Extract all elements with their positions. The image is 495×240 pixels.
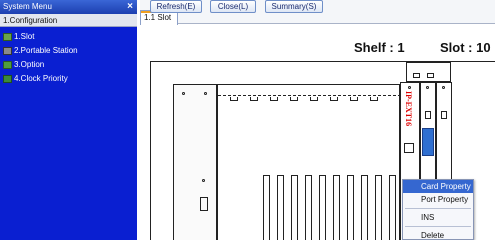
card-label: IP-EXT16 — [404, 91, 413, 127]
heat-sink-fin — [319, 175, 326, 240]
heat-sink-fin — [347, 175, 354, 240]
indicator-icon — [413, 73, 420, 78]
left-card[interactable] — [173, 84, 217, 240]
screw-icon — [408, 86, 411, 89]
system-menu-title-bar: System Menu × — [0, 0, 137, 14]
portable-station-icon — [3, 47, 12, 55]
close-button[interactable]: Close(L) — [210, 0, 256, 13]
screw-icon — [202, 179, 205, 182]
rail-notch — [270, 97, 278, 101]
system-menu-list: 1.Slot 2.Portable Station 3.Option 4.Clo… — [0, 27, 137, 86]
led-icon — [441, 111, 447, 119]
configuration-section[interactable]: 1.Configuration — [0, 14, 137, 27]
heat-sink-fin — [333, 175, 340, 240]
sidebar-item-portable-station[interactable]: 2.Portable Station — [0, 44, 137, 58]
sidebar-item-option[interactable]: 3.Option — [0, 58, 137, 72]
slot-indicator: Slot : 10 — [440, 40, 491, 55]
context-menu: Card Property Port Property INS Delete — [402, 179, 474, 240]
close-icon[interactable]: × — [127, 0, 133, 14]
connector-icon — [422, 128, 434, 156]
sidebar-item-label: 3.Option — [14, 60, 45, 69]
refresh-button[interactable]: Refresh(E) — [150, 0, 202, 13]
heat-sink-fin — [291, 175, 298, 240]
heat-sink-fin — [263, 175, 270, 240]
screw-icon — [204, 92, 207, 95]
menu-item-ins[interactable]: INS — [403, 211, 473, 224]
menu-separator — [405, 226, 471, 227]
system-menu-title: System Menu — [3, 2, 52, 11]
shelf-indicator: Shelf : 1 — [354, 40, 405, 55]
led-icon — [425, 111, 431, 119]
heat-sink-fin — [361, 175, 368, 240]
rail-notch — [290, 97, 298, 101]
heat-sink-fin — [305, 175, 312, 240]
sidebar-item-slot[interactable]: 1.Slot — [0, 30, 137, 44]
option-icon — [3, 61, 12, 69]
heat-sink-fin — [375, 175, 382, 240]
sidebar-item-label: 4.Clock Priority — [14, 74, 68, 83]
rail-notch — [330, 97, 338, 101]
port-icon — [404, 143, 414, 153]
rail-notch — [350, 97, 358, 101]
system-menu-panel: System Menu × 1.Configuration 1.Slot 2.P… — [0, 0, 137, 240]
rail-notch — [230, 97, 238, 101]
menu-item-card-property[interactable]: Card Property — [403, 180, 473, 193]
clock-priority-icon — [3, 75, 12, 83]
screw-icon — [182, 92, 185, 95]
menu-item-delete[interactable]: Delete — [403, 229, 473, 240]
sidebar-item-clock-priority[interactable]: 4.Clock Priority — [0, 72, 137, 86]
heat-sink-fin — [277, 175, 284, 240]
sidebar-item-label: 2.Portable Station — [14, 46, 78, 55]
power-supply-slot[interactable] — [406, 62, 451, 82]
menu-item-port-property[interactable]: Port Property — [403, 193, 473, 206]
heat-sink — [263, 175, 403, 240]
slot-icon — [3, 33, 12, 41]
screw-icon — [442, 86, 445, 89]
sidebar-item-label: 1.Slot — [14, 32, 35, 41]
main-card[interactable] — [217, 84, 403, 240]
rail-notch — [370, 97, 378, 101]
card-rail — [218, 95, 401, 96]
rail-notch — [310, 97, 318, 101]
screw-icon — [426, 86, 429, 89]
rail-notch — [250, 97, 258, 101]
heat-sink-fin — [389, 175, 396, 240]
menu-separator — [405, 208, 471, 209]
latch-icon — [200, 197, 208, 211]
summary-button[interactable]: Summary(S) — [265, 0, 323, 13]
indicator-icon — [427, 73, 434, 78]
